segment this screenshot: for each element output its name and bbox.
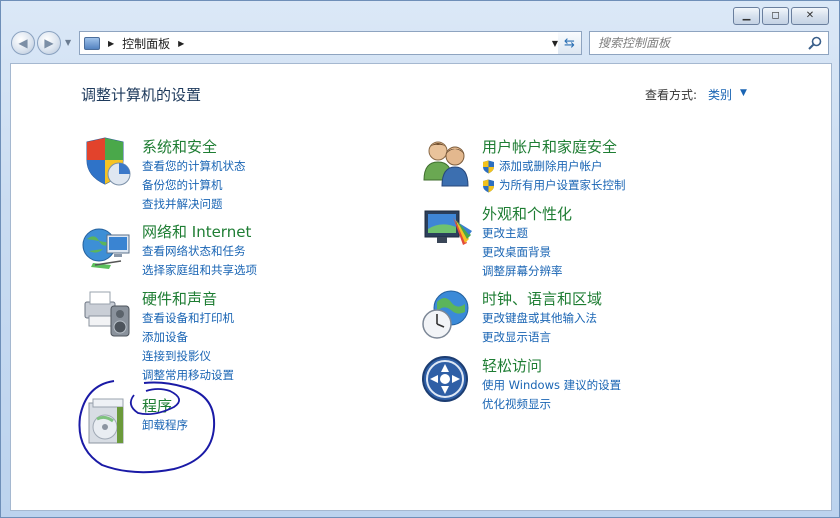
ease-of-access-icon[interactable] [421,355,473,407]
search-input[interactable] [598,33,808,53]
uac-shield-icon [483,179,494,193]
category-title[interactable]: 外观和个性化 [482,203,572,224]
link-add-remove-accounts[interactable]: 添加或删除用户帐户 [482,157,626,176]
breadcrumb-chevron-icon[interactable]: ▶ [108,39,114,48]
recent-pages-dropdown[interactable]: ▼ [65,38,71,47]
category-title[interactable]: 时钟、语言和区域 [482,288,602,309]
uac-shield-icon [483,160,494,174]
content-pane: 调整计算机的设置 查看方式: 类别 ▼ 系统和安全 查看您的计算机状态 备份您的… [10,63,832,511]
navigation-bar: ◀ ▶ ▼ ▶ 控制面板 ▶ ▼ ⇆ [9,29,833,59]
link-homegroup-sharing[interactable]: 选择家庭组和共享选项 [142,261,257,280]
printer-speaker-icon[interactable] [81,288,133,340]
link-screen-resolution[interactable]: 调整屏幕分辨率 [482,262,563,281]
maximize-button[interactable]: ◻ [762,7,789,25]
refresh-button[interactable]: ⇆ [558,31,582,55]
breadcrumb-chevron-icon[interactable]: ▶ [178,39,184,48]
page-title: 调整计算机的设置 [81,86,202,104]
category-title[interactable]: 硬件和声音 [142,288,217,309]
category-title[interactable]: 程序 [142,395,172,416]
clock-globe-icon[interactable] [421,288,473,340]
category-title[interactable]: 用户帐户和家庭安全 [482,136,617,157]
minimize-button[interactable]: ▁ [733,7,760,25]
view-by-label: 查看方式: [645,88,698,102]
category-title[interactable]: 系统和安全 [142,136,217,157]
minimize-icon: ▁ [742,10,751,21]
forward-button[interactable]: ▶ [37,31,61,55]
link-change-input-method[interactable]: 更改键盘或其他输入法 [482,309,597,328]
users-icon[interactable] [421,136,473,188]
link-troubleshoot[interactable]: 查找并解决问题 [142,195,246,214]
maximize-icon: ◻ [771,10,780,21]
close-button[interactable]: ✕ [791,7,829,25]
refresh-icon: ⇆ [564,35,575,51]
link-devices-printers[interactable]: 查看设备和打印机 [142,309,234,328]
back-arrow-icon: ◀ [18,36,28,50]
shield-icon[interactable] [81,136,133,188]
link-backup-computer[interactable]: 备份您的计算机 [142,176,246,195]
link-network-status[interactable]: 查看网络状态和任务 [142,242,257,261]
link-parental-controls[interactable]: 为所有用户设置家长控制 [482,176,626,195]
close-icon: ✕ [805,10,815,21]
chevron-down-icon[interactable]: ▼ [740,88,747,98]
monitor-appearance-icon[interactable] [421,203,473,255]
link-connect-projector[interactable]: 连接到投影仪 [142,347,234,366]
view-by-dropdown[interactable]: 类别 [708,86,732,103]
search-box[interactable] [589,31,829,55]
link-desktop-background[interactable]: 更改桌面背景 [482,243,563,262]
category-title[interactable]: 网络和 Internet [142,221,251,242]
back-button[interactable]: ◀ [11,31,35,55]
forward-arrow-icon: ▶ [44,36,54,50]
link-label[interactable]: 添加或删除用户帐户 [499,159,603,173]
network-globe-icon[interactable] [81,221,133,273]
link-change-theme[interactable]: 更改主题 [482,224,563,243]
control-panel-window: ▁ ◻ ✕ ◀ ▶ ▼ ▶ 控制面板 ▶ ▼ ⇆ 调整计算机的设置 查看方式: … [0,0,840,518]
link-optimize-video[interactable]: 优化视频显示 [482,395,621,414]
caption-buttons: ▁ ◻ ✕ [733,7,829,25]
control-panel-icon [84,36,100,50]
link-display-language[interactable]: 更改显示语言 [482,328,597,347]
link-label[interactable]: 为所有用户设置家长控制 [499,178,626,192]
breadcrumb-control-panel[interactable]: 控制面板 [122,35,170,52]
link-mobility-settings[interactable]: 调整常用移动设置 [142,366,234,385]
link-uninstall-program[interactable]: 卸载程序 [142,416,188,435]
category-title[interactable]: 轻松访问 [482,355,542,376]
link-recommended-settings[interactable]: 使用 Windows 建议的设置 [482,376,621,395]
link-check-computer-status[interactable]: 查看您的计算机状态 [142,157,246,176]
address-bar[interactable]: ▶ 控制面板 ▶ ▼ [79,31,563,55]
link-add-device[interactable]: 添加设备 [142,328,234,347]
search-icon[interactable] [807,35,823,51]
programs-icon[interactable] [81,395,133,447]
